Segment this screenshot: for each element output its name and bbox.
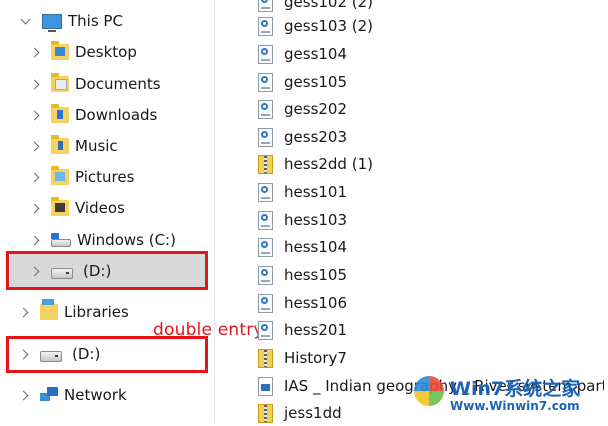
file-item[interactable]: History7 <box>258 345 347 371</box>
nav-this-pc[interactable]: This PC <box>20 6 123 36</box>
pdf-file-icon <box>258 0 273 12</box>
chevron-right-icon[interactable] <box>29 78 41 90</box>
file-name: hess103 <box>284 211 347 229</box>
chevron-right-icon[interactable] <box>29 234 41 246</box>
file-item[interactable]: gess202 <box>258 96 347 122</box>
nav-desktop-label: Desktop <box>75 43 137 61</box>
pane-divider[interactable] <box>214 0 215 423</box>
file-name: hess2dd (1) <box>284 155 373 173</box>
file-item[interactable]: hess2dd (1) <box>258 151 373 177</box>
pictures-folder-icon <box>51 166 69 185</box>
file-name: gess102 (2) <box>284 0 374 11</box>
file-name: hess105 <box>284 266 347 284</box>
nav-pictures[interactable]: Pictures <box>29 162 134 192</box>
downloads-folder-icon <box>51 104 69 123</box>
file-name: gess103 (2) <box>284 17 374 35</box>
chevron-right-icon[interactable] <box>29 202 41 214</box>
file-item[interactable]: gess104 <box>258 41 347 67</box>
file-item[interactable]: hess105 <box>258 262 347 288</box>
file-name: gess202 <box>284 100 348 118</box>
pdf-file-icon <box>258 210 273 230</box>
file-item[interactable]: hess201 <box>258 317 347 343</box>
chevron-right-icon[interactable] <box>18 389 30 401</box>
windows-drive-icon <box>51 233 71 247</box>
file-item[interactable]: gess103 (2) <box>258 13 373 39</box>
file-item[interactable]: gess105 <box>258 69 347 95</box>
zip-folder-icon <box>258 348 273 368</box>
zip-folder-icon <box>258 154 273 174</box>
pdf-file-icon <box>258 16 273 36</box>
watermark-url: Www.Winwin7.com <box>450 399 580 413</box>
libraries-icon <box>40 299 58 320</box>
chevron-right-icon[interactable] <box>29 46 41 58</box>
watermark-title: Win7系统之家 <box>450 378 581 400</box>
file-name: gess104 <box>284 45 348 63</box>
watermark: Win7系统之家 Www.Winwin7.com <box>410 374 606 420</box>
nav-videos[interactable]: Videos <box>29 193 125 223</box>
chevron-right-icon[interactable] <box>18 306 30 318</box>
file-name: gess105 <box>284 73 348 91</box>
file-name: hess104 <box>284 238 347 256</box>
computer-icon <box>42 13 62 32</box>
music-folder-icon <box>51 135 69 154</box>
highlight-box-drive-d-duplicate <box>6 336 208 373</box>
pdf-file-icon <box>258 237 273 257</box>
nav-downloads-label: Downloads <box>75 106 158 124</box>
nav-documents-label: Documents <box>75 75 161 93</box>
highlight-box-drive-d <box>6 251 208 290</box>
nav-pictures-label: Pictures <box>75 168 135 186</box>
file-name: hess101 <box>284 183 347 201</box>
nav-music-label: Music <box>75 137 118 155</box>
nav-libraries[interactable]: Libraries <box>18 297 129 327</box>
nav-downloads[interactable]: Downloads <box>29 100 157 130</box>
double-entry-annotation: double entry <box>153 320 264 340</box>
nav-music[interactable]: Music <box>29 131 118 161</box>
image-file-icon <box>258 376 273 396</box>
pdf-file-icon <box>258 265 273 285</box>
network-icon <box>40 387 58 403</box>
file-name: History7 <box>284 349 347 367</box>
nav-network-label: Network <box>64 386 127 404</box>
windows-logo-icon <box>414 376 444 406</box>
nav-libraries-label: Libraries <box>64 303 129 321</box>
file-item[interactable]: hess106 <box>258 290 347 316</box>
pdf-file-icon <box>258 44 273 64</box>
file-name: hess201 <box>284 321 347 339</box>
file-item[interactable]: jess1dd <box>258 400 342 426</box>
nav-this-pc-label: This PC <box>68 12 123 30</box>
chevron-right-icon[interactable] <box>29 171 41 183</box>
videos-folder-icon <box>51 197 69 216</box>
desktop-folder-icon <box>51 41 69 60</box>
file-item[interactable]: hess104 <box>258 234 347 260</box>
pdf-file-icon <box>258 182 273 202</box>
documents-folder-icon <box>51 73 69 92</box>
pdf-file-icon <box>258 293 273 313</box>
pdf-file-icon <box>258 127 273 147</box>
file-name: jess1dd <box>284 404 342 422</box>
nav-network[interactable]: Network <box>18 380 127 410</box>
file-item[interactable]: hess103 <box>258 207 347 233</box>
nav-documents[interactable]: Documents <box>29 69 161 99</box>
chevron-down-icon[interactable] <box>20 15 32 27</box>
file-name: hess106 <box>284 294 347 312</box>
pdf-file-icon <box>258 99 273 119</box>
zip-folder-icon <box>258 403 273 423</box>
file-item[interactable]: hess101 <box>258 179 347 205</box>
chevron-right-icon[interactable] <box>29 140 41 152</box>
chevron-right-icon[interactable] <box>29 109 41 121</box>
file-item[interactable]: gess203 <box>258 124 347 150</box>
nav-windows-c-label: Windows (C:) <box>77 231 176 249</box>
file-name: gess203 <box>284 128 348 146</box>
pdf-file-icon <box>258 72 273 92</box>
pdf-file-icon <box>258 320 273 340</box>
nav-videos-label: Videos <box>75 199 125 217</box>
nav-desktop[interactable]: Desktop <box>29 37 137 67</box>
